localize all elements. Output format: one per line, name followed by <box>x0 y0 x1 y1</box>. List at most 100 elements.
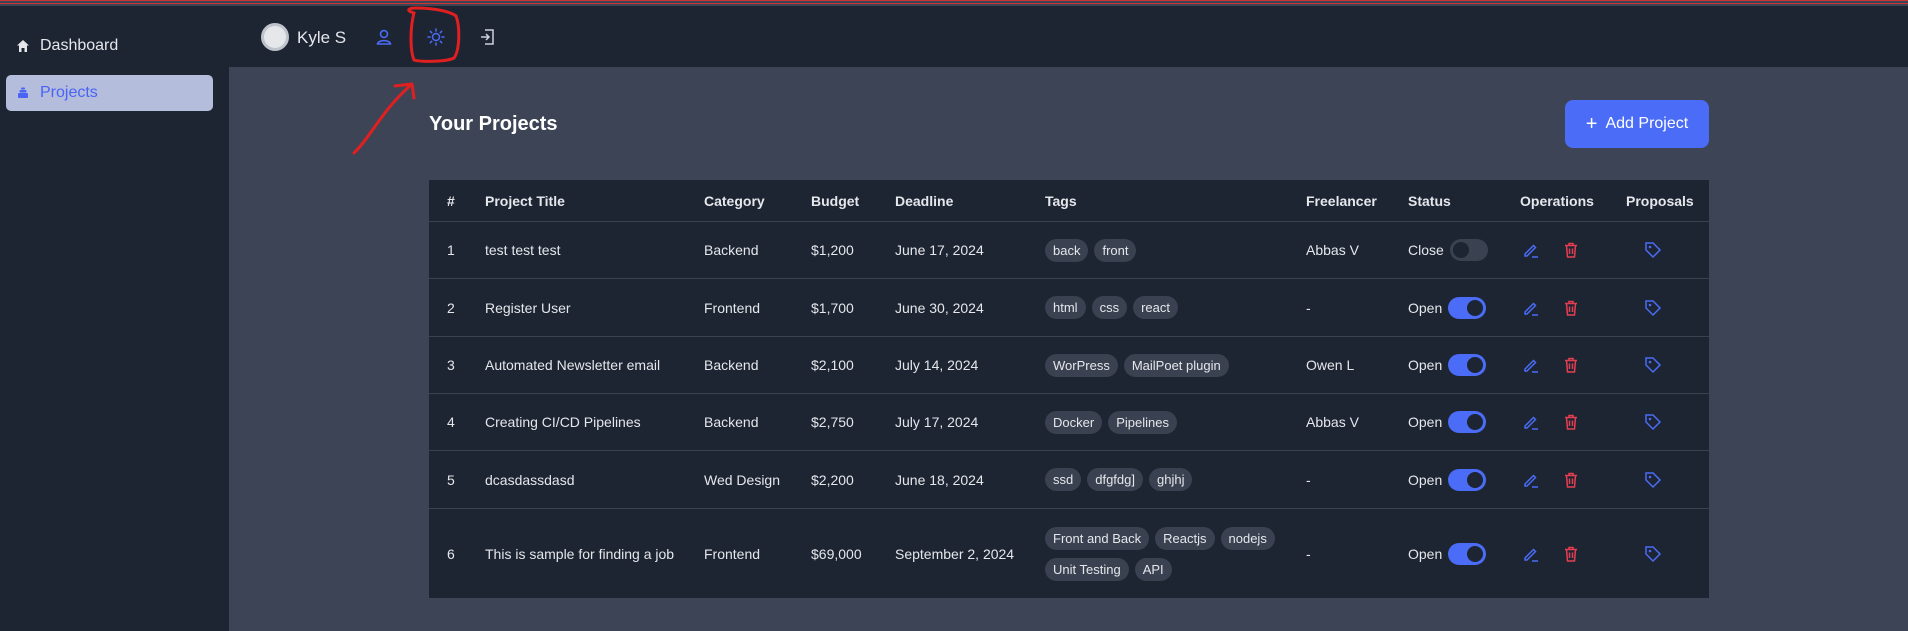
project-deadline: July 14, 2024 <box>895 357 979 373</box>
col-header-category: Category <box>704 192 765 209</box>
delete-icon[interactable] <box>1560 297 1582 319</box>
project-deadline: June 30, 2024 <box>895 299 984 316</box>
col-header-tags: Tags <box>1045 192 1077 209</box>
sidebar-item-label: Dashboard <box>40 37 119 54</box>
edit-icon[interactable] <box>1520 297 1542 319</box>
project-category: Frontend <box>704 545 761 562</box>
status-label: Open <box>1408 545 1443 562</box>
project-title: test test test <box>485 242 561 258</box>
delete-icon[interactable] <box>1560 239 1582 261</box>
tag-badge: Reactjs <box>1155 526 1215 550</box>
project-budget: $2,200 <box>811 471 854 488</box>
status-toggle[interactable] <box>1448 411 1487 433</box>
project-title: Automated Newsletter email <box>485 357 661 373</box>
tag-badge: ssd <box>1045 468 1082 491</box>
tag-badge: API <box>1134 557 1172 581</box>
tag-badge: MailPoet plugin <box>1123 353 1229 377</box>
project-budget: $2,100 <box>811 357 854 373</box>
row-number: 2 <box>447 299 455 316</box>
table-row: 3 Automated Newsletter email Backend $2,100… <box>429 337 1709 394</box>
layers-icon <box>16 86 30 100</box>
proposals-cell <box>1642 509 1682 598</box>
sidebar-item-dashboard[interactable]: Dashboard <box>6 28 213 64</box>
status-toggle[interactable] <box>1448 542 1487 565</box>
col-header-budget: Budget <box>811 192 860 209</box>
tag-icon[interactable] <box>1642 411 1664 433</box>
project-budget: $2,750 <box>811 414 854 430</box>
col-header-title: Project Title <box>485 192 565 209</box>
delete-icon[interactable] <box>1560 469 1582 491</box>
tag-badge: Unit Testing <box>1045 557 1129 581</box>
project-title: Creating CI/CD Pipelines <box>485 414 641 430</box>
logout-icon[interactable] <box>476 26 498 48</box>
table-row: 5 dcasdassdasd Wed Design $2,200 June 18, 20… <box>429 451 1709 509</box>
project-freelancer: Owen L <box>1306 357 1355 373</box>
proposals-cell <box>1642 337 1682 393</box>
tag-icon[interactable] <box>1642 469 1664 491</box>
status-toggle[interactable] <box>1448 296 1487 319</box>
status-label: Open <box>1408 357 1443 373</box>
operations-cell <box>1520 279 1600 336</box>
operations-cell <box>1520 509 1600 598</box>
status-cell: Open <box>1408 394 1487 450</box>
tag-badge: css <box>1091 296 1128 319</box>
sun-icon[interactable] <box>425 26 447 48</box>
edit-icon[interactable] <box>1520 543 1542 565</box>
status-label: Open <box>1408 299 1443 316</box>
tag-icon[interactable] <box>1642 239 1664 261</box>
project-tags: back front <box>1045 222 1285 278</box>
project-category: Frontend <box>704 299 761 316</box>
row-number: 5 <box>447 471 455 488</box>
tag-badge: Pipelines <box>1108 410 1177 434</box>
status-cell: Open <box>1408 279 1487 336</box>
proposals-cell <box>1642 451 1682 508</box>
row-number: 6 <box>447 545 455 562</box>
add-project-button[interactable]: + Add Project <box>1565 100 1709 148</box>
project-deadline: September 2, 2024 <box>895 545 1015 562</box>
col-header-status: Status <box>1408 192 1451 209</box>
edit-icon[interactable] <box>1520 469 1542 491</box>
home-icon <box>16 39 30 53</box>
status-label: Open <box>1408 414 1443 430</box>
operations-cell <box>1520 394 1600 450</box>
tag-badge: nodejs <box>1220 526 1275 550</box>
status-cell: Open <box>1408 337 1487 393</box>
table-row: 4 Creating CI/CD Pipelines Backend $2,750 Ju… <box>429 394 1709 451</box>
tag-icon[interactable] <box>1642 354 1664 376</box>
project-freelancer: - <box>1306 471 1311 488</box>
project-tags: Docker Pipelines <box>1045 394 1285 450</box>
tag-badge: front <box>1094 238 1137 262</box>
edit-icon[interactable] <box>1520 239 1542 261</box>
top-bar: Kyle S <box>229 6 1908 67</box>
project-tags: ssd dfgfdg] ghjhj <box>1045 451 1285 508</box>
tag-icon[interactable] <box>1642 297 1664 319</box>
tag-badge: Docker <box>1045 410 1103 434</box>
project-category: Backend <box>704 242 759 258</box>
status-toggle[interactable] <box>1448 468 1487 491</box>
delete-icon[interactable] <box>1560 354 1582 376</box>
status-cell: Close <box>1408 222 1488 278</box>
project-tags: Front and Back Reactjs nodejs Unit Testing A… <box>1045 509 1285 598</box>
delete-icon[interactable] <box>1560 411 1582 433</box>
status-toggle[interactable] <box>1449 239 1488 261</box>
project-freelancer: Abbas V <box>1306 242 1359 258</box>
top-border <box>0 0 1908 4</box>
user-icon[interactable] <box>373 26 395 48</box>
delete-icon[interactable] <box>1560 543 1582 565</box>
status-toggle[interactable] <box>1448 354 1487 376</box>
col-header-proposals: Proposals <box>1626 192 1694 209</box>
operations-cell <box>1520 222 1600 278</box>
table-row: 2 Register User Frontend $1,700 June 30, 202… <box>429 279 1709 337</box>
project-budget: $1,700 <box>811 299 854 316</box>
operations-cell <box>1520 337 1600 393</box>
avatar[interactable] <box>261 23 289 51</box>
tag-icon[interactable] <box>1642 543 1664 565</box>
sidebar-item-projects[interactable]: Projects <box>6 75 213 111</box>
project-deadline: July 17, 2024 <box>895 414 979 430</box>
project-freelancer: - <box>1306 299 1311 316</box>
operations-cell <box>1520 451 1600 508</box>
edit-icon[interactable] <box>1520 354 1542 376</box>
edit-icon[interactable] <box>1520 411 1542 433</box>
project-freelancer: - <box>1306 545 1311 562</box>
toggle-knob <box>1467 299 1484 316</box>
